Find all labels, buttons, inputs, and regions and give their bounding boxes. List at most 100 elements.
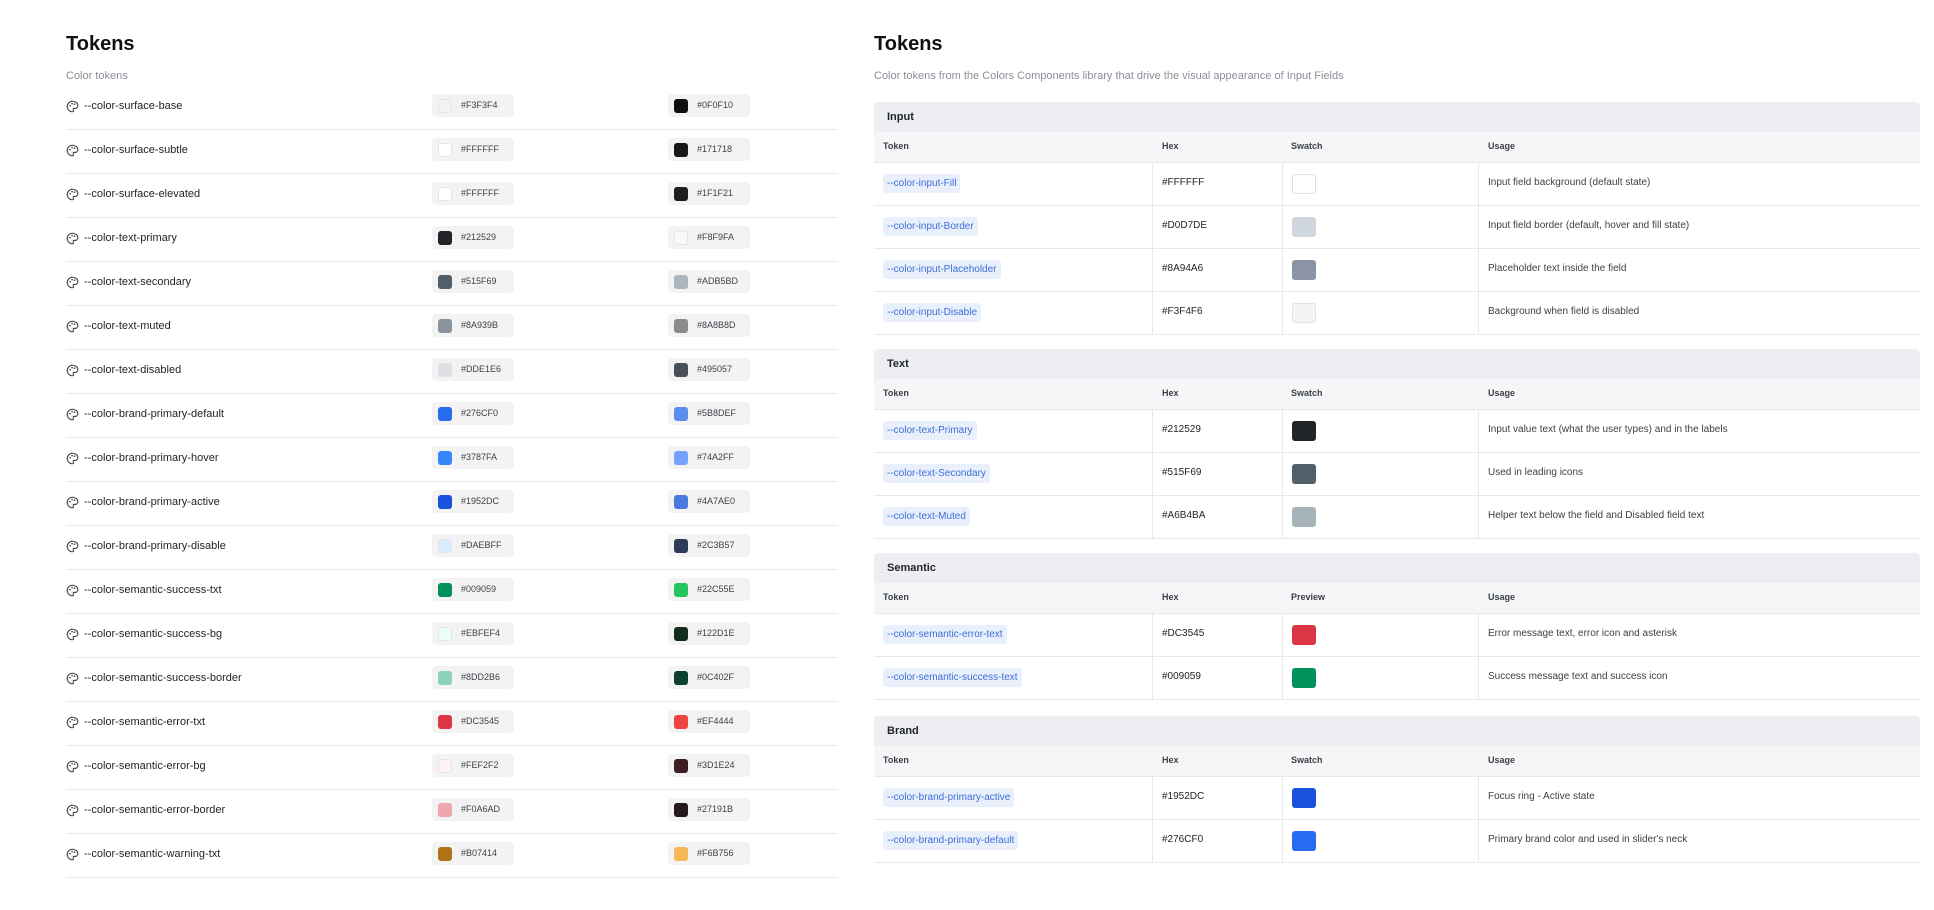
dark-swatch bbox=[674, 231, 688, 245]
light-swatch bbox=[438, 847, 452, 861]
col-hex: Hex bbox=[1162, 141, 1179, 151]
dark-value-chip[interactable]: #171718 bbox=[668, 138, 750, 161]
table-header: Token Hex Swatch Usage bbox=[874, 379, 1920, 410]
color-swatch bbox=[1292, 831, 1316, 851]
token-tag[interactable]: --color-text-Muted bbox=[883, 507, 970, 526]
dark-value-chip[interactable]: #F6B756 bbox=[668, 842, 750, 865]
page-title: Tokens bbox=[66, 33, 135, 55]
section-subtitle: Color tokens bbox=[66, 70, 128, 82]
light-swatch bbox=[438, 803, 452, 817]
token-row: --color-text-muted #8A939B #8A8B8D bbox=[66, 306, 838, 350]
hex-value: #8A94A6 bbox=[1162, 263, 1204, 274]
dark-hex: #3D1E24 bbox=[697, 760, 735, 770]
light-value-chip[interactable]: #B07414 bbox=[432, 842, 514, 865]
light-value-chip[interactable]: #009059 bbox=[432, 578, 514, 601]
dark-value-chip[interactable]: #495057 bbox=[668, 358, 750, 381]
hex-value: #276CF0 bbox=[1162, 834, 1204, 845]
token-row: --color-brand-primary-default #276CF0 #5B8… bbox=[66, 394, 838, 438]
dark-value-chip[interactable]: #F8F9FA bbox=[668, 226, 750, 249]
usage-text: Primary brand color and used in slider's… bbox=[1488, 834, 1688, 845]
light-value-chip[interactable]: #F3F3F4 bbox=[432, 94, 514, 117]
dark-value-chip[interactable]: #2C3B57 bbox=[668, 534, 750, 557]
dark-value-chip[interactable]: #4A7AE0 bbox=[668, 490, 750, 513]
light-value-chip[interactable]: #FFFFFF bbox=[432, 182, 514, 205]
light-value-chip[interactable]: #3787FA bbox=[432, 446, 514, 469]
token-tag[interactable]: --color-text-Secondary bbox=[883, 464, 990, 483]
palette-icon bbox=[66, 584, 79, 597]
light-hex: #3787FA bbox=[461, 452, 498, 462]
table-title: Text bbox=[874, 349, 1920, 379]
token-row: --color-surface-base #F3F3F4 #0F0F10 bbox=[66, 86, 838, 130]
dark-hex: #122D1E bbox=[697, 628, 735, 638]
token-row: --color-semantic-error-txt #DC3545 #EF4444 bbox=[66, 702, 838, 746]
light-value-chip[interactable]: #1952DC bbox=[432, 490, 514, 513]
light-hex: #FFFFFF bbox=[461, 188, 499, 198]
light-value-chip[interactable]: #DAEBFF bbox=[432, 534, 514, 557]
palette-icon bbox=[66, 760, 79, 773]
light-value-chip[interactable]: #DDE1E6 bbox=[432, 358, 514, 381]
light-value-chip[interactable]: #F0A6AD bbox=[432, 798, 514, 821]
dark-value-chip[interactable]: #EF4444 bbox=[668, 710, 750, 733]
dark-value-chip[interactable]: #27191B bbox=[668, 798, 750, 821]
dark-hex: #8A8B8D bbox=[697, 320, 736, 330]
token-tag[interactable]: --color-brand-primary-active bbox=[883, 788, 1015, 807]
token-tag[interactable]: --color-brand-primary-default bbox=[883, 831, 1019, 850]
light-value-chip[interactable]: #515F69 bbox=[432, 270, 514, 293]
dark-value-chip[interactable]: #0C402F bbox=[668, 666, 750, 689]
token-row: --color-text-secondary #515F69 #ADB5BD bbox=[66, 262, 838, 306]
dark-swatch bbox=[674, 495, 688, 509]
dark-value-chip[interactable]: #ADB5BD bbox=[668, 270, 750, 293]
token-tag[interactable]: --color-input-Fill bbox=[883, 174, 961, 193]
token-tag[interactable]: --color-semantic-error-text bbox=[883, 625, 1007, 644]
token-name: --color-brand-primary-disable bbox=[84, 540, 226, 552]
dark-hex: #4A7AE0 bbox=[697, 496, 736, 506]
light-hex: #B07414 bbox=[461, 848, 498, 858]
dark-value-chip[interactable]: #1F1F21 bbox=[668, 182, 750, 205]
light-value-chip[interactable]: #8DD2B6 bbox=[432, 666, 514, 689]
dark-value-chip[interactable]: #22C55E bbox=[668, 578, 750, 601]
dark-swatch bbox=[674, 583, 688, 597]
table-row: --color-input-Fill #FFFFFF Input field bac… bbox=[874, 163, 1920, 206]
dark-value-chip[interactable]: #122D1E bbox=[668, 622, 750, 645]
light-value-chip[interactable]: #FEF2F2 bbox=[432, 754, 514, 777]
dark-value-chip[interactable]: #5B8DEF bbox=[668, 402, 750, 425]
dark-value-chip[interactable]: #74A2FF bbox=[668, 446, 750, 469]
token-name: --color-semantic-success-bg bbox=[84, 628, 223, 640]
dark-value-chip[interactable]: #8A8B8D bbox=[668, 314, 750, 337]
col-token: Token bbox=[883, 388, 909, 398]
light-value-chip[interactable]: #DC3545 bbox=[432, 710, 514, 733]
token-row: --color-surface-elevated #FFFFFF #1F1F21 bbox=[66, 174, 838, 218]
dark-value-chip[interactable]: #3D1E24 bbox=[668, 754, 750, 777]
light-value-chip[interactable]: #EBFEF4 bbox=[432, 622, 514, 645]
light-value-chip[interactable]: #212529 bbox=[432, 226, 514, 249]
light-swatch bbox=[438, 671, 452, 685]
light-value-chip[interactable]: #8A939B bbox=[432, 314, 514, 337]
light-value-chip[interactable]: #FFFFFF bbox=[432, 138, 514, 161]
page-title-right: Tokens bbox=[874, 33, 943, 55]
token-tag[interactable]: --color-input-Placeholder bbox=[883, 260, 1001, 279]
token-name: --color-semantic-success-border bbox=[84, 672, 242, 684]
table-header: Token Hex Preview Usage bbox=[874, 583, 1920, 614]
color-swatch bbox=[1292, 625, 1316, 645]
usage-text: Success message text and success icon bbox=[1488, 671, 1668, 682]
table-title: Input bbox=[874, 102, 1920, 132]
token-tag[interactable]: --color-semantic-success-text bbox=[883, 668, 1022, 687]
col-usage: Usage bbox=[1488, 388, 1516, 398]
light-value-chip[interactable]: #276CF0 bbox=[432, 402, 514, 425]
dark-value-chip[interactable]: #0F0F10 bbox=[668, 94, 750, 117]
token-table-semantic: Semantic Token Hex Preview Usage --color-sema… bbox=[874, 553, 1920, 700]
token-list: --color-surface-base #F3F3F4 #0F0F10 --colo… bbox=[66, 86, 838, 878]
token-tag[interactable]: --color-text-Primary bbox=[883, 421, 977, 440]
table-header: Token Hex Swatch Usage bbox=[874, 746, 1920, 777]
table-row: --color-semantic-error-text #DC3545 Error … bbox=[874, 614, 1920, 657]
light-swatch bbox=[438, 451, 452, 465]
table-row: --color-text-Muted #A6B4BA Helper text bel… bbox=[874, 496, 1920, 539]
token-tag[interactable]: --color-input-Disable bbox=[883, 303, 982, 322]
token-name: --color-brand-primary-default bbox=[84, 408, 224, 420]
token-row: --color-semantic-success-border #8DD2B6 #0… bbox=[66, 658, 838, 702]
hex-value: #F3F4F6 bbox=[1162, 306, 1203, 317]
token-row: --color-surface-subtle #FFFFFF #171718 bbox=[66, 130, 838, 174]
col-swatch: Swatch bbox=[1291, 388, 1323, 398]
table-row: --color-brand-primary-active #1952DC Focus… bbox=[874, 777, 1920, 820]
token-tag[interactable]: --color-input-Border bbox=[883, 217, 978, 236]
